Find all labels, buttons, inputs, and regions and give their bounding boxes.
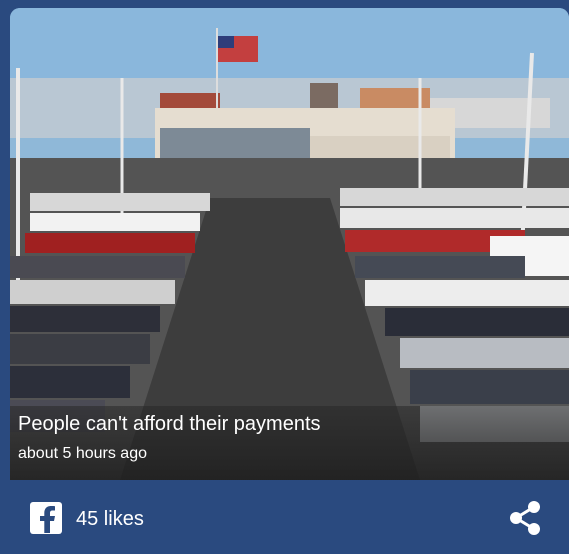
facebook-icon (30, 502, 62, 534)
article-photo[interactable] (10, 8, 569, 480)
share-icon[interactable] (505, 498, 545, 538)
article-headline[interactable]: People can't afford their payments (18, 412, 321, 436)
news-card[interactable]: People can't afford their payments about… (0, 0, 569, 554)
article-timestamp: about 5 hours ago (18, 445, 147, 462)
likes-count: 45 likes (76, 508, 144, 530)
